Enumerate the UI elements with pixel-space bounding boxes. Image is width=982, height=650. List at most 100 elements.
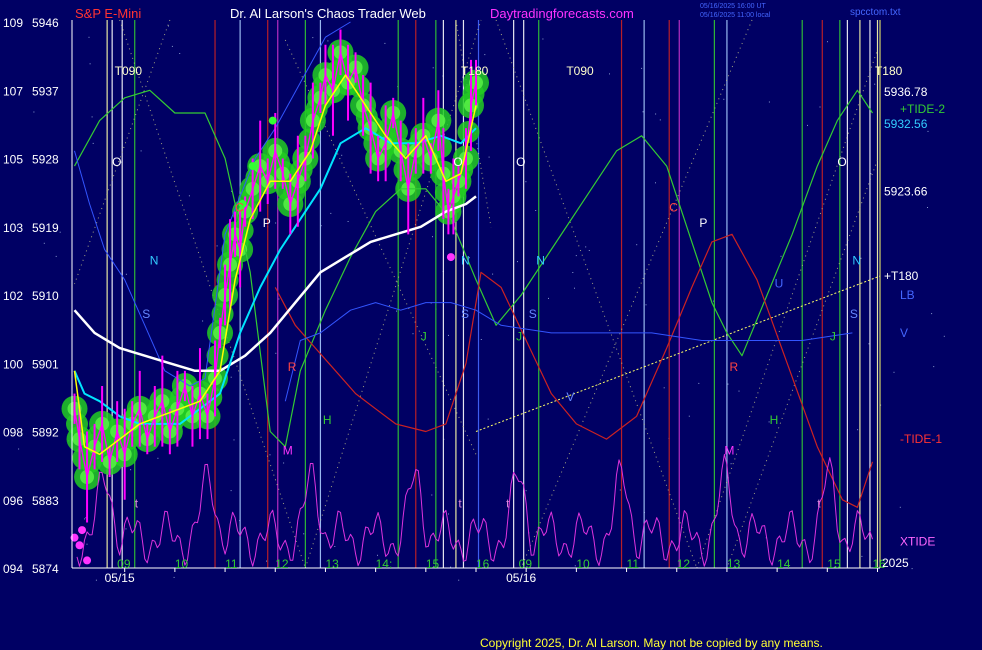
background-dot	[125, 528, 127, 530]
background-dot	[341, 154, 343, 156]
blue-level-line	[284, 302, 853, 402]
background-dot	[59, 231, 61, 233]
site-link[interactable]: Daytradingforecasts.com	[490, 6, 634, 21]
y-tick-outer: 107	[3, 84, 23, 98]
y-tick-outer: 098	[3, 426, 23, 440]
planet-letter-N: N	[461, 254, 470, 268]
y-tick-outer: 105	[3, 153, 23, 167]
y-tick-inner: 5937	[32, 84, 59, 98]
background-dot	[933, 366, 935, 368]
background-dot	[448, 334, 449, 336]
year-label: 2025	[882, 556, 909, 570]
planet-letter-H: H	[770, 413, 779, 427]
right-label: 5923.66	[884, 184, 928, 198]
x-tick-label: 12	[275, 557, 289, 571]
planet-letter-H: H	[323, 413, 332, 427]
y-tick-inner: 5874	[32, 562, 59, 576]
background-dot	[548, 297, 549, 299]
planet-letter-R: R	[288, 360, 297, 374]
background-dot	[727, 383, 729, 385]
x-tick-label: 15	[426, 557, 440, 571]
x-tick-label: 09	[519, 557, 533, 571]
background-dot	[347, 221, 349, 222]
background-dot	[857, 429, 859, 431]
background-dot	[86, 543, 88, 545]
background-dot	[125, 273, 127, 275]
background-dot	[542, 38, 544, 40]
x-tick-label: 15	[827, 557, 841, 571]
background-dot	[140, 150, 142, 152]
background-dot	[269, 454, 271, 456]
right-label: +T180	[884, 269, 919, 283]
background-dot	[807, 124, 808, 126]
cycle-label: T180	[875, 64, 903, 78]
y-tick-inner: 5901	[32, 357, 59, 371]
cycle-label: T090	[115, 64, 143, 78]
y-tick-inner: 5892	[32, 426, 59, 440]
x-tick-label: 14	[777, 557, 791, 571]
background-dot	[330, 212, 332, 214]
low-marker	[83, 556, 92, 565]
y-tick-outer: 100	[3, 357, 23, 371]
chart-series	[70, 21, 874, 567]
background-dot	[431, 494, 433, 496]
background-dot	[55, 255, 57, 257]
background-dot	[927, 130, 929, 132]
background-dot	[827, 41, 828, 43]
right-label: -TIDE-1	[900, 432, 942, 446]
background-dot	[230, 376, 232, 378]
cycle-label: T180	[461, 64, 489, 78]
background-dot	[588, 250, 590, 251]
x-tick-label: 14:	[376, 557, 393, 571]
planet-letter-J: J	[516, 330, 522, 344]
background-dot	[480, 339, 482, 340]
right-label: LB	[900, 288, 915, 302]
y-tick-outer: 094	[3, 562, 23, 576]
background-dot	[43, 242, 45, 244]
background-dot	[188, 195, 190, 197]
background-dot	[899, 506, 901, 508]
planet-letter-O: O	[112, 155, 121, 169]
y-tick-outer: 102	[3, 289, 23, 303]
background-dot	[738, 390, 740, 392]
x-tick-label: 16	[476, 557, 490, 571]
background-dot	[448, 513, 449, 515]
chaos-chart: ONStCPRHMJSONt tONSJVCPRUHMONSJtT090 T180 T…	[3, 3, 945, 650]
background-dot	[488, 156, 490, 158]
background-dot	[861, 555, 863, 557]
planet-letter-C: C	[235, 201, 244, 215]
y-tick-inner: 5910	[32, 289, 59, 303]
x-tick-label: 13	[325, 557, 339, 571]
background-dot	[233, 439, 235, 441]
background-dot	[33, 111, 35, 113]
y-tick-inner: 5919	[32, 221, 59, 235]
background-dot	[619, 489, 621, 491]
y-tick-inner: 5946	[32, 16, 59, 30]
low-marker	[78, 526, 87, 535]
background-dot	[95, 579, 97, 581]
planet-letter-t: t	[817, 496, 821, 510]
background-dot	[484, 54, 486, 56]
background-dot	[655, 182, 656, 184]
background-dot	[88, 36, 90, 38]
x-tick-label: 13	[727, 557, 741, 571]
right-label: +TIDE-2	[900, 102, 945, 116]
background-dot	[768, 101, 770, 103]
background-dot	[911, 568, 913, 570]
background-dot	[91, 116, 93, 118]
low-marker	[75, 541, 84, 550]
y-tick-inner: 5928	[32, 153, 59, 167]
x-tick-label: 09	[117, 557, 131, 571]
background-dot	[171, 45, 173, 47]
background-dot	[84, 518, 86, 520]
background-dot	[327, 40, 329, 42]
background-dot	[659, 119, 661, 121]
planet-letter-C: C	[669, 201, 678, 215]
background-dot	[574, 287, 575, 289]
planet-letter-S: S	[142, 307, 150, 321]
background-dot	[655, 113, 657, 115]
background-dot	[157, 457, 159, 459]
background-dot	[216, 245, 218, 247]
x-tick-label: 10	[175, 557, 189, 571]
xtide-line	[76, 453, 873, 567]
